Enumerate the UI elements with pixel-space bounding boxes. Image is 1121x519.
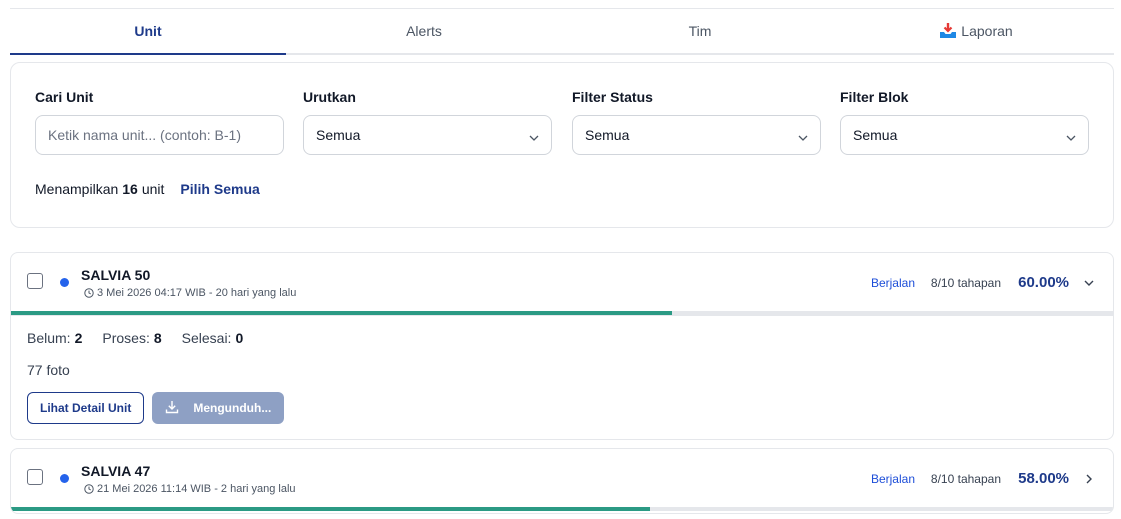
- download-label: Mengunduh...: [193, 401, 272, 415]
- progress-bar: [11, 311, 1113, 315]
- download-button[interactable]: Mengunduh...: [152, 392, 285, 424]
- block-label: Filter Blok: [840, 89, 909, 105]
- tab-unit[interactable]: Unit: [10, 9, 286, 55]
- download-icon: [165, 400, 179, 417]
- view-detail-button[interactable]: Lihat Detail Unit: [27, 392, 145, 424]
- progress-bar: [11, 507, 1113, 511]
- filter-panel: Cari Unit Urutkan Semua Filter Status Se…: [10, 62, 1114, 228]
- unit-card-body: Belum: 2 Proses: 8 Selesai: 0 77 foto Lihat…: [11, 315, 1113, 436]
- block-select[interactable]: Semua: [840, 115, 1089, 155]
- summary-prefix: Menampilkan: [35, 181, 119, 197]
- summary-count: 16: [122, 181, 138, 197]
- chevron-down-icon: [529, 130, 539, 141]
- count-value: 8: [153, 330, 162, 346]
- search-label: Cari Unit: [35, 89, 94, 105]
- status-select[interactable]: Semua: [572, 115, 821, 155]
- unit-checkbox[interactable]: [27, 273, 43, 289]
- tab-label: Alerts: [406, 23, 442, 39]
- tab-bar: Unit Alerts Tim Laporan: [10, 9, 1114, 55]
- count-label: Belum:: [27, 330, 71, 346]
- status-badge: Berjalan: [870, 276, 915, 290]
- search-input[interactable]: [35, 115, 284, 155]
- unit-name: SALVIA 47: [81, 463, 151, 479]
- unit-steps: 8/10 tahapan: [930, 472, 1001, 486]
- unit-card: SALVIA 50 3 Mei 2026 04:17 WIB - 20 hari…: [10, 252, 1114, 440]
- count-label: Proses:: [102, 330, 150, 346]
- inbox-tray-icon: [939, 23, 957, 39]
- unit-card-header[interactable]: SALVIA 50 3 Mei 2026 04:17 WIB - 20 hari…: [11, 253, 1113, 315]
- clock-icon: [84, 288, 94, 298]
- select-all-button[interactable]: Pilih Semua: [180, 181, 259, 197]
- search-group: Cari Unit: [35, 89, 284, 155]
- unit-name: SALVIA 50: [81, 267, 151, 283]
- count-value: 0: [235, 330, 244, 346]
- unit-percent: 58.00%: [1018, 470, 1069, 487]
- status-value: Semua: [585, 127, 630, 143]
- chevron-right-icon[interactable]: [1081, 471, 1097, 487]
- status-dot: [60, 474, 69, 483]
- unit-date: 21 Mei 2026 11:14 WIB - 2 hari yang lalu: [84, 483, 296, 495]
- summary-suffix: unit: [141, 181, 165, 197]
- sort-value: Semua: [316, 127, 361, 143]
- sort-label: Urutkan: [303, 89, 356, 105]
- chevron-down-icon: [798, 130, 808, 141]
- tab-label: Unit: [134, 23, 162, 39]
- progress-fill: [11, 311, 673, 315]
- result-summary: Menampilkan 16 unit Pilih Semua: [35, 181, 260, 197]
- progress-fill: [11, 507, 651, 511]
- status-label: Filter Status: [572, 89, 653, 105]
- block-group: Filter Blok Semua: [840, 89, 1089, 155]
- count-selesai: Selesai: 0: [182, 330, 244, 346]
- status-group: Filter Status Semua: [572, 89, 821, 155]
- unit-date-text: 3 Mei 2026 04:17 WIB - 20 hari yang lalu: [97, 287, 297, 299]
- status-badge: Berjalan: [870, 472, 915, 486]
- count-value: 2: [74, 330, 83, 346]
- photo-count: 77 foto: [27, 362, 70, 378]
- unit-percent: 60.00%: [1018, 274, 1069, 291]
- count-belum: Belum: 2: [27, 330, 82, 346]
- unit-card-header[interactable]: SALVIA 47 21 Mei 2026 11:14 WIB - 2 hari…: [11, 449, 1113, 511]
- block-value: Semua: [853, 127, 898, 143]
- unit-actions: Lihat Detail Unit Mengunduh...: [27, 392, 1097, 424]
- chevron-down-icon[interactable]: [1081, 275, 1097, 291]
- tab-alerts[interactable]: Alerts: [286, 9, 562, 53]
- unit-date-text: 21 Mei 2026 11:14 WIB - 2 hari yang lalu: [97, 483, 296, 495]
- sort-group: Urutkan Semua: [303, 89, 552, 155]
- tab-label: Tim: [688, 23, 712, 39]
- unit-checkbox[interactable]: [27, 469, 43, 485]
- stage-counts: Belum: 2 Proses: 8 Selesai: 0: [27, 330, 1097, 346]
- clock-icon: [84, 484, 94, 494]
- tab-tim[interactable]: Tim: [562, 9, 838, 53]
- unit-steps: 8/10 tahapan: [930, 276, 1001, 290]
- unit-card: SALVIA 47 21 Mei 2026 11:14 WIB - 2 hari…: [10, 448, 1114, 514]
- status-dot: [60, 278, 69, 287]
- unit-date: 3 Mei 2026 04:17 WIB - 20 hari yang lalu: [84, 287, 296, 299]
- tab-label: Laporan: [961, 23, 1013, 39]
- count-proses: Proses: 8: [102, 330, 161, 346]
- count-label: Selesai:: [181, 330, 232, 346]
- tab-laporan[interactable]: Laporan: [838, 9, 1114, 53]
- sort-select[interactable]: Semua: [303, 115, 552, 155]
- chevron-down-icon: [1066, 130, 1076, 141]
